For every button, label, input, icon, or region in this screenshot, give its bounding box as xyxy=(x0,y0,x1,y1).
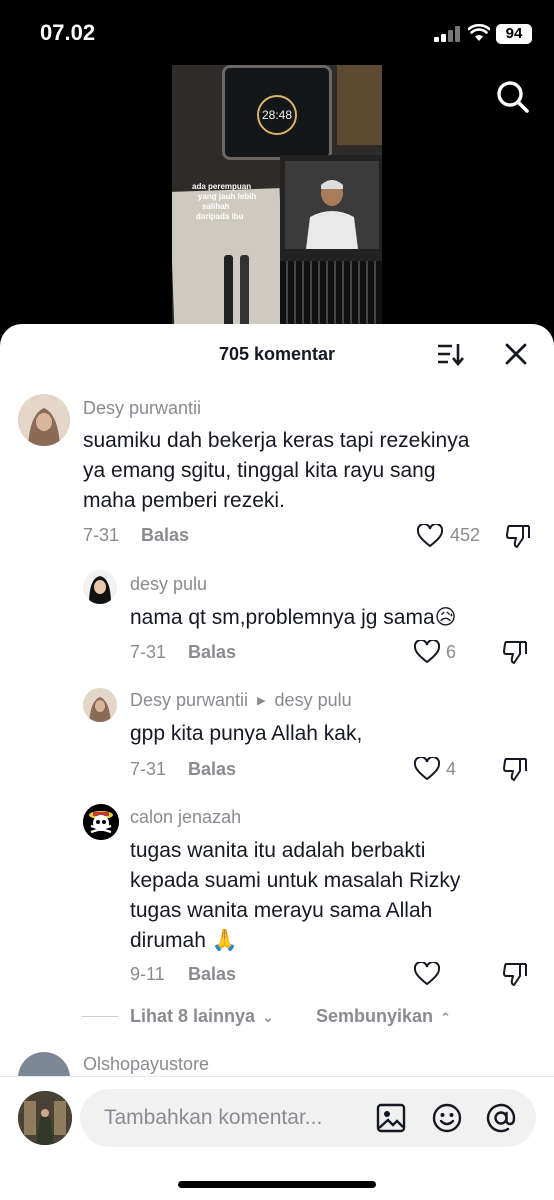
comment-username[interactable]: Olshopayustore xyxy=(83,1054,209,1075)
hide-replies-button[interactable]: Sembunyikan ⌃ xyxy=(316,1006,451,1027)
comment-username-text[interactable]: Desy purwantii xyxy=(130,690,248,710)
heart-icon[interactable] xyxy=(414,962,440,986)
home-indicator xyxy=(178,1181,376,1188)
my-avatar[interactable] xyxy=(18,1091,72,1145)
reply-button[interactable]: Balas xyxy=(188,642,236,663)
comment-username[interactable]: Desy purwantii xyxy=(83,398,201,419)
like-count: 4 xyxy=(446,759,457,779)
status-bar: 07.02 94 xyxy=(0,0,554,68)
sort-icon[interactable] xyxy=(436,342,466,366)
comment-username[interactable]: calon jenazah xyxy=(130,807,241,828)
comments-count-title: 705 komentar xyxy=(218,344,336,364)
comment-date: 9-11 xyxy=(130,964,165,984)
reply-button[interactable]: Balas xyxy=(141,525,189,546)
battery-indicator: 94 xyxy=(496,24,532,44)
like-count: 6 xyxy=(446,642,457,662)
video-pen xyxy=(240,255,249,325)
emoji-icon[interactable] xyxy=(432,1103,462,1133)
avatar[interactable] xyxy=(83,804,119,840)
chevron-up-icon: ⌃ xyxy=(440,1010,451,1025)
heart-icon[interactable] xyxy=(414,640,440,664)
at-icon[interactable] xyxy=(486,1103,516,1133)
avatar-image xyxy=(83,570,117,604)
reply-button[interactable]: Balas xyxy=(188,759,236,780)
image-icon[interactable] xyxy=(376,1103,406,1133)
comment-input[interactable] xyxy=(104,1103,364,1133)
reply-to-username[interactable]: desy pulu xyxy=(275,690,352,710)
avatar[interactable] xyxy=(18,394,70,446)
reply-arrow-icon: ▶ xyxy=(257,695,266,707)
video-lamp xyxy=(337,65,382,145)
comment-input-container[interactable] xyxy=(80,1089,536,1147)
avatar-image xyxy=(18,1091,72,1145)
dislike-icon[interactable] xyxy=(505,523,531,549)
comment-date: 7-31 xyxy=(83,525,120,545)
comment-text: tugas wanita itu adalah berbakti kepada … xyxy=(130,839,461,952)
comment-text: nama qt sm,problemnya jg sama😥 xyxy=(130,606,457,629)
reply-button[interactable]: Balas xyxy=(188,964,236,985)
video-person xyxy=(306,180,358,249)
wifi-icon xyxy=(468,24,490,41)
comment-text: gpp kita punya Allah kak, xyxy=(130,722,363,745)
avatar-image xyxy=(18,394,70,446)
video-caption: ada perempuan yang jauh lebih salihah da… xyxy=(192,182,257,221)
signal-icon xyxy=(434,26,462,42)
comment-date: 7-31 xyxy=(130,759,167,779)
comments-sheet: 705 komentar Desy purwantii suamiku dah … xyxy=(0,324,554,1200)
comment-username[interactable]: desy pulu xyxy=(130,574,207,595)
search-icon[interactable] xyxy=(494,78,530,114)
dislike-icon[interactable] xyxy=(502,961,528,987)
video-preview[interactable]: 28:48 ada perempuan yang jauh lebih sali… xyxy=(172,65,382,325)
comment-composer xyxy=(0,1076,554,1200)
avatar-image xyxy=(83,688,117,722)
like-count: 452 xyxy=(450,525,481,545)
avatar[interactable] xyxy=(83,570,117,604)
video-clock: 28:48 xyxy=(257,95,297,135)
dislike-icon[interactable] xyxy=(502,756,528,782)
video-pen xyxy=(224,255,233,325)
avatar[interactable] xyxy=(83,688,117,722)
comment-username[interactable]: Desy purwantii ▶ desy pulu xyxy=(130,690,352,711)
comment-text: suamiku dah bekerja keras tapi rezekinya… xyxy=(83,429,470,512)
chevron-down-icon: ⌄ xyxy=(262,1009,274,1025)
status-time: 07.02 xyxy=(40,20,96,45)
view-more-replies-button[interactable]: Lihat 8 lainnya ⌄ xyxy=(130,1006,274,1027)
close-icon[interactable] xyxy=(504,342,528,366)
skull-icon xyxy=(83,804,119,840)
comment-date: 7-31 xyxy=(130,642,167,662)
video-keyboard xyxy=(280,261,382,325)
divider xyxy=(82,1016,118,1017)
heart-icon[interactable] xyxy=(414,757,440,781)
dislike-icon[interactable] xyxy=(502,639,528,665)
heart-icon[interactable] xyxy=(417,524,443,548)
